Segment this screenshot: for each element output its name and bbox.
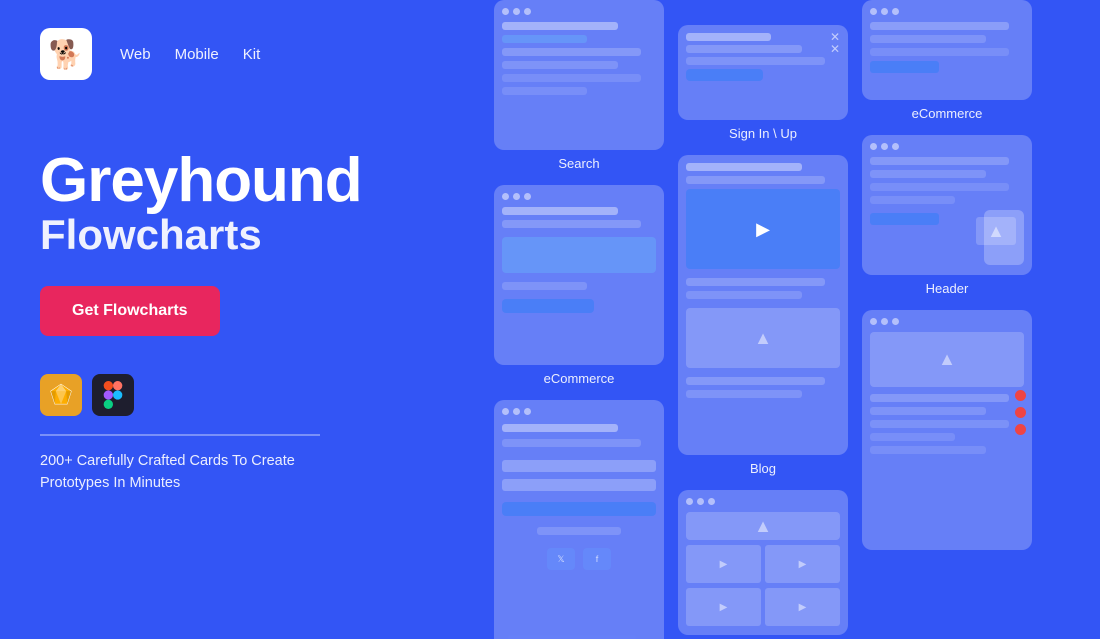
card-signin[interactable]: 𝕏 f [494, 400, 664, 639]
card-blog-label: Blog [750, 461, 776, 476]
hero-subtitle: Flowcharts [40, 212, 440, 258]
card-ecommerce1-label: eCommerce [544, 371, 615, 386]
card-ecommerce2[interactable] [862, 0, 1032, 100]
cards-column-1: Search eCommerce [494, 0, 664, 639]
card-header[interactable]: ▲ [862, 135, 1032, 275]
card-header-wrapper: ▲ Header [862, 135, 1032, 296]
card-ecommerce2-wrapper: eCommerce [862, 0, 1032, 121]
sketch-icon [40, 374, 82, 416]
figma-icon [92, 374, 134, 416]
cta-button[interactable]: Get Flowcharts [40, 286, 220, 336]
card-multimedia[interactable]: ▲ ▶ ▶ ▶ ▶ [678, 490, 848, 635]
card-search-label: Search [558, 156, 599, 171]
card-ecommerce1[interactable] [494, 185, 664, 365]
card-header-label: Header [926, 281, 969, 296]
divider [40, 434, 320, 436]
logo-icon: 🐕 [49, 38, 84, 71]
nav-links: Web Mobile Kit [120, 46, 260, 63]
right-panel: Search eCommerce [480, 0, 1100, 639]
card-signinup[interactable]: ✕✕ [678, 25, 848, 120]
card-signinup-wrapper: ✕✕ Sign In \ Up [678, 25, 848, 141]
cards-column-2: ✕✕ Sign In \ Up ▶ ▲ [678, 0, 848, 639]
card-blog[interactable]: ▶ ▲ [678, 155, 848, 455]
logo[interactable]: 🐕 [40, 28, 92, 80]
close-icon: ✕✕ [830, 31, 840, 55]
card-signin-wrapper: 𝕏 f Sign In [494, 400, 664, 639]
card-ecommerce2-label: eCommerce [912, 106, 983, 121]
card-blog-wrapper: ▶ ▲ Blog [678, 155, 848, 476]
card-signinup-label: Sign In \ Up [729, 126, 797, 141]
nav-mobile[interactable]: Mobile [175, 46, 219, 63]
card-article-wrapper: ▲ [862, 310, 1032, 556]
hero-title: Greyhound [40, 150, 440, 212]
tool-icons [40, 374, 440, 416]
card-article[interactable]: ▲ [862, 310, 1032, 550]
nav-web[interactable]: Web [120, 46, 151, 63]
cards-column-3: eCommerce ▲ Header [862, 0, 1032, 639]
card-search-wrapper: Search [494, 0, 664, 171]
card-ecommerce1-wrapper: eCommerce [494, 185, 664, 386]
tagline: 200+ Carefully Crafted Cards To Create P… [40, 450, 340, 495]
navbar: 🐕 Web Mobile Kit [40, 28, 440, 80]
nav-kit[interactable]: Kit [243, 46, 261, 63]
card-multimedia-wrapper: ▲ ▶ ▶ ▶ ▶ Multimedia [678, 490, 848, 639]
left-panel: 🐕 Web Mobile Kit Greyhound Flowcharts Ge… [0, 0, 480, 639]
card-search[interactable] [494, 0, 664, 150]
